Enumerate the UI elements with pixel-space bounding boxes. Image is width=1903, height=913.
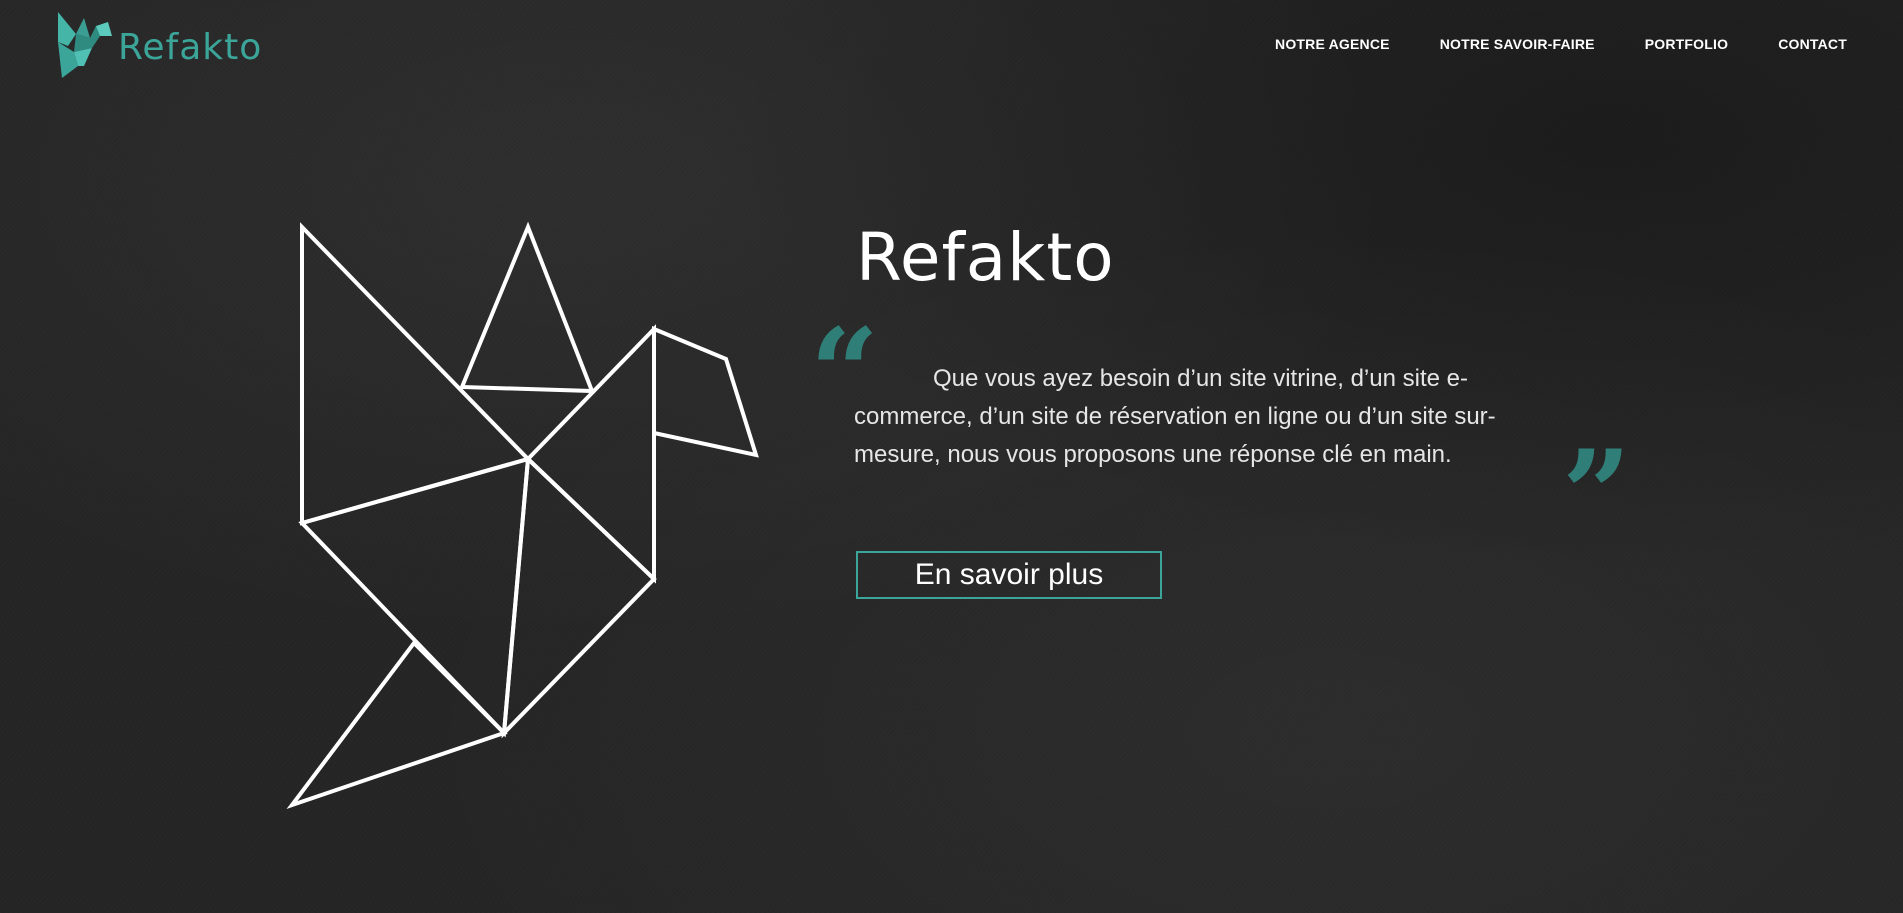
nav-item-contact[interactable]: CONTACT: [1778, 36, 1847, 52]
nav-item-portfolio[interactable]: PORTFOLIO: [1645, 36, 1728, 52]
site-header: Refakto NOTRE AGENCE NOTRE SAVOIR-FAIRE …: [0, 0, 1903, 90]
logo-link[interactable]: Refakto: [56, 12, 262, 78]
origami-crane-icon: [286, 221, 759, 809]
nav-item-notre-agence[interactable]: NOTRE AGENCE: [1275, 36, 1390, 52]
origami-bird-icon: [58, 12, 112, 78]
main-nav: NOTRE AGENCE NOTRE SAVOIR-FAIRE PORTFOLI…: [1275, 36, 1847, 52]
hero-text: Que vous ayez besoin d’un site vitrine, …: [854, 365, 1496, 468]
hero-title: Refakto: [856, 219, 1115, 296]
quote-close-icon: ”: [1562, 424, 1632, 565]
nav-item-notre-savoir-faire[interactable]: NOTRE SAVOIR-FAIRE: [1440, 36, 1595, 52]
hero-section: Refakto “ Que vous ayez besoin d’un site…: [810, 219, 1631, 599]
en-savoir-plus-button[interactable]: En savoir plus: [856, 551, 1162, 599]
logo-text: Refakto: [118, 27, 263, 68]
